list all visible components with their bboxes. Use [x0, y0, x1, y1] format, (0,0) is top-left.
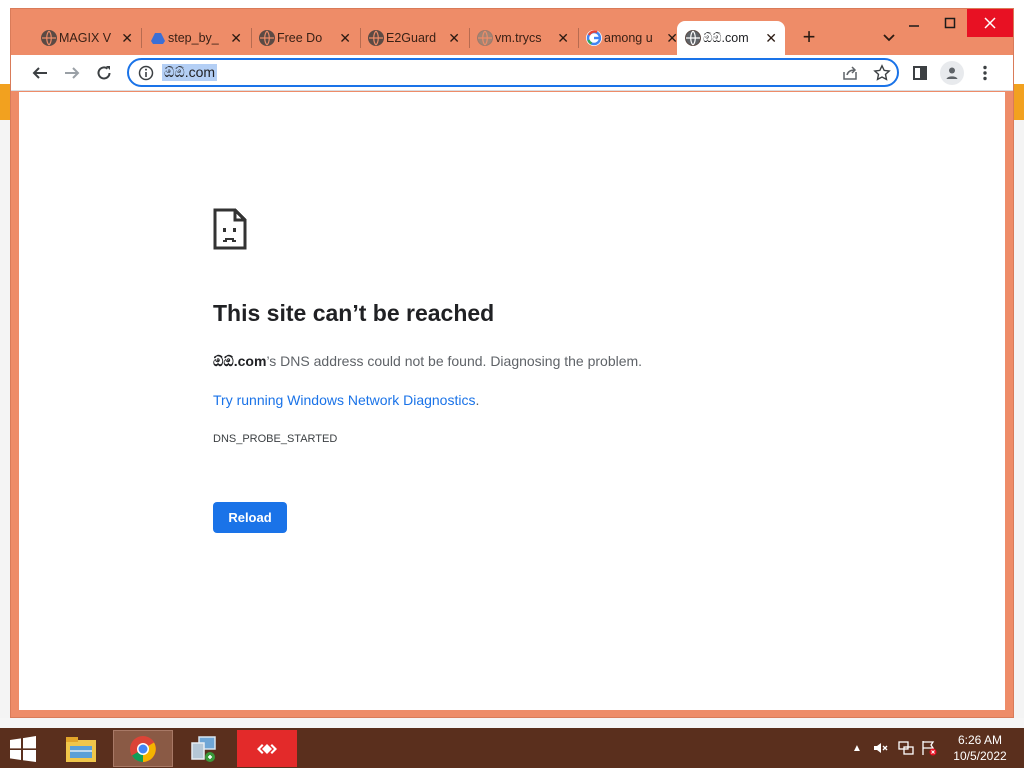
error-description: ඕඕ.com’s DNS address could not be found.…: [213, 353, 642, 370]
network-icon[interactable]: [897, 728, 915, 768]
globe-icon: [477, 30, 493, 46]
tab-step-by[interactable]: step_by_ ✕: [142, 21, 250, 55]
tab-close-icon[interactable]: ✕: [121, 30, 133, 46]
tab-title: E2Guard: [386, 31, 437, 45]
chrome-taskbar-icon[interactable]: [113, 730, 173, 767]
network-diagnostics-link[interactable]: Try running Windows Network Diagnostics: [213, 392, 475, 408]
tab-free-do[interactable]: Free Do ✕: [251, 21, 359, 55]
new-tab-button[interactable]: +: [797, 24, 821, 49]
globe-icon: [685, 30, 701, 46]
forward-arrow-icon[interactable]: [58, 59, 86, 87]
back-arrow-icon[interactable]: [26, 59, 54, 87]
tab-title: Free Do: [277, 31, 323, 45]
kebab-menu-icon[interactable]: [973, 61, 997, 85]
tab-title: ඕඕ.com: [703, 30, 749, 45]
globe-icon: [368, 30, 384, 46]
url-text[interactable]: ඕඕ.com: [162, 64, 218, 81]
address-bar[interactable]: ඕඕ.com: [127, 58, 899, 87]
volume-muted-icon[interactable]: [872, 728, 890, 768]
tab-active[interactable]: ඕඕ.com ✕: [677, 21, 785, 55]
info-icon[interactable]: [138, 65, 154, 81]
browser-toolbar: ඕඕ.com: [11, 55, 1013, 91]
globe-icon: [41, 30, 57, 46]
drive-icon: [150, 30, 166, 46]
tab-title: vm.trycs: [495, 31, 542, 45]
globe-icon: [259, 30, 275, 46]
tab-title: step_by_: [168, 31, 219, 45]
chrome-window: MAGIX V ✕ step_by_ ✕ Free Do ✕ E2Guard ✕: [10, 8, 1014, 718]
tab-title: MAGIX V: [59, 31, 112, 45]
tab-vm-trycs[interactable]: vm.trycs ✕: [469, 21, 577, 55]
reload-icon[interactable]: [90, 59, 118, 87]
tab-among-us[interactable]: among u ✕: [578, 21, 686, 55]
error-domain: ඕඕ.com: [213, 353, 267, 369]
side-panel-icon[interactable]: [908, 61, 932, 85]
tab-close-icon[interactable]: ✕: [230, 30, 242, 46]
clock-time: 6:26 AM: [957, 733, 1003, 747]
diagnostics-line: Try running Windows Network Diagnostics.: [213, 392, 479, 408]
profile-avatar-icon[interactable]: [940, 61, 964, 85]
taskbar-clock[interactable]: 6:26 AM 10/5/2022: [944, 732, 1016, 764]
tab-title: among u: [604, 31, 653, 45]
page-content: This site can’t be reached ඕඕ.com’s DNS …: [19, 92, 1005, 710]
taskbar: ▲ 6:26 AM 10/5/2022: [0, 728, 1024, 768]
anydesk-icon[interactable]: [237, 730, 297, 767]
error-description-text: ’s DNS address could not be found. Diagn…: [266, 353, 643, 369]
minimize-button[interactable]: [897, 9, 931, 37]
tab-close-icon[interactable]: ✕: [765, 30, 777, 46]
network-app-icon[interactable]: [175, 730, 235, 767]
action-center-flag-icon[interactable]: [920, 728, 938, 768]
tab-close-icon[interactable]: ✕: [448, 30, 460, 46]
maximize-button[interactable]: [933, 9, 967, 37]
bookmark-star-icon[interactable]: [873, 64, 891, 82]
link-suffix: .: [475, 392, 480, 408]
title-bar: MAGIX V ✕ step_by_ ✕ Free Do ✕ E2Guard ✕: [11, 9, 1013, 55]
tab-close-icon[interactable]: ✕: [557, 30, 569, 46]
file-explorer-icon[interactable]: [51, 730, 111, 767]
sad-document-icon: [213, 208, 247, 250]
tab-close-icon[interactable]: ✕: [339, 30, 351, 46]
windows-start-icon[interactable]: [8, 736, 38, 762]
tab-magix[interactable]: MAGIX V ✕: [33, 21, 141, 55]
reload-button[interactable]: Reload: [213, 502, 287, 533]
close-window-button[interactable]: [967, 9, 1013, 37]
tab-e2guard[interactable]: E2Guard ✕: [360, 21, 468, 55]
show-hidden-icons-chevron-icon[interactable]: ▲: [850, 728, 864, 768]
error-code: DNS_PROBE_STARTED: [213, 433, 338, 445]
google-icon: [586, 30, 602, 46]
error-title: This site can’t be reached: [213, 300, 495, 326]
share-icon[interactable]: [841, 64, 859, 82]
clock-date: 10/5/2022: [953, 749, 1007, 763]
